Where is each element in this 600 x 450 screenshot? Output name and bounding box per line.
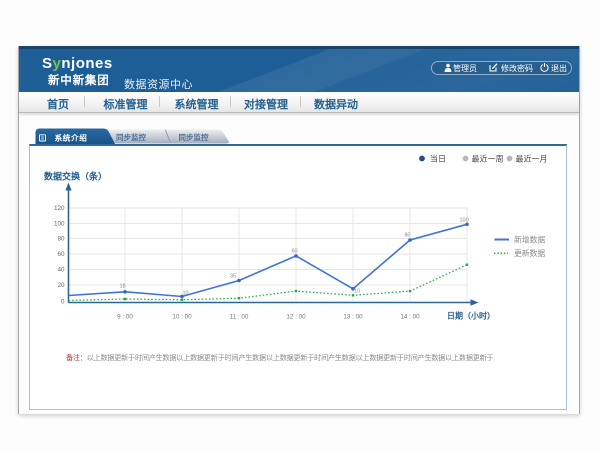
svg-text:更新数据: 更新数据 [514, 248, 545, 258]
svg-text:12 : 00: 12 : 00 [286, 314, 306, 321]
svg-text:10 : 00: 10 : 00 [172, 314, 192, 321]
svg-text:60: 60 [292, 249, 298, 255]
svg-text:14 : 00: 14 : 00 [400, 314, 420, 321]
svg-text:数据交换（条）: 数据交换（条） [44, 171, 107, 182]
svg-text:最近一月: 最近一月 [516, 154, 548, 164]
svg-text:9 : 00: 9 : 00 [117, 314, 133, 321]
svg-text:系统介绍: 系统介绍 [55, 133, 88, 143]
svg-text:20: 20 [57, 282, 65, 289]
svg-text:80: 80 [57, 236, 65, 243]
svg-text:11 : 00: 11 : 00 [230, 314, 249, 321]
svg-text:13 : 00: 13 : 00 [343, 314, 363, 321]
svg-text:当日: 当日 [430, 154, 446, 164]
svg-text:40: 40 [57, 267, 65, 274]
svg-text:日期（小时）: 日期（小时） [447, 311, 495, 321]
svg-text:60: 60 [57, 251, 65, 258]
svg-text:10: 10 [354, 289, 360, 295]
svg-text:同步监控: 同步监控 [179, 132, 209, 142]
svg-text:120: 120 [54, 205, 65, 212]
svg-text:100: 100 [460, 218, 469, 224]
svg-text:10: 10 [183, 291, 189, 297]
svg-text:0: 0 [61, 299, 65, 306]
svg-text:18: 18 [120, 284, 126, 290]
svg-text:新增数据: 新增数据 [514, 235, 545, 245]
svg-text:100: 100 [54, 221, 65, 228]
svg-text:最近一周: 最近一周 [472, 154, 504, 164]
svg-text:同步监控: 同步监控 [116, 132, 146, 142]
svg-text:80: 80 [405, 233, 411, 239]
svg-text:35: 35 [230, 274, 236, 280]
